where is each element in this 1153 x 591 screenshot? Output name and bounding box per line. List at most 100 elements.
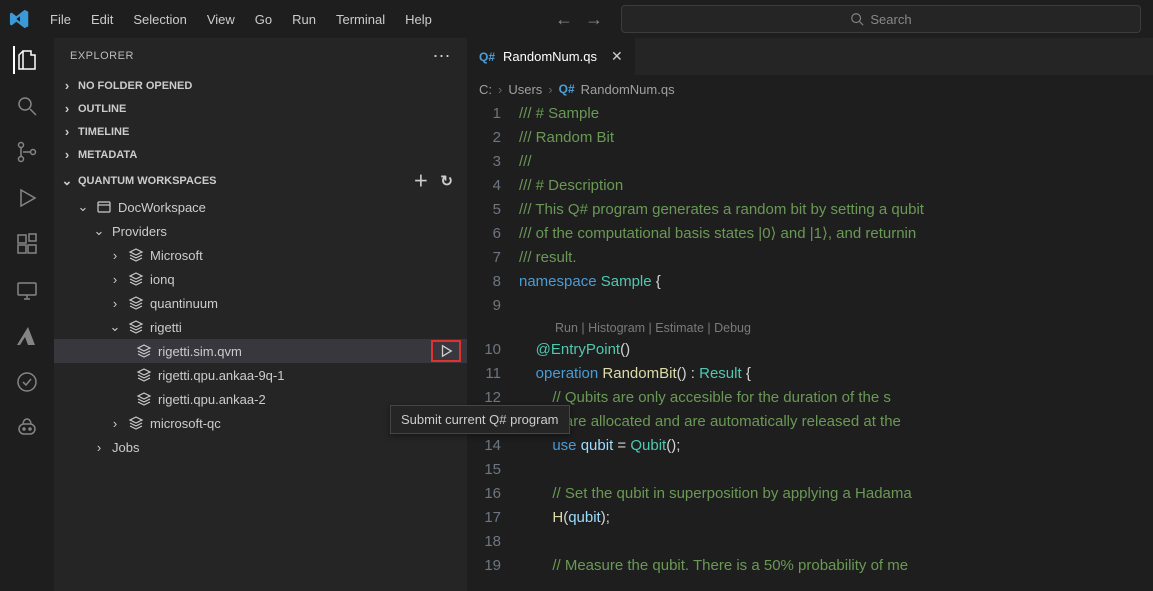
provider-rigetti[interactable]: ⌄rigetti [54, 315, 467, 339]
command-center-search[interactable]: Search [621, 5, 1141, 33]
add-workspace-icon[interactable]: ＋ [409, 170, 432, 191]
codelens[interactable]: Run | Histogram | Estimate | Debug [467, 318, 1153, 338]
target-rigetti-qpu-ankaa-9q-1[interactable]: rigetti.qpu.ankaa-9q-1 [54, 363, 467, 387]
code-line[interactable]: 14 use qubit = Qubit(); [467, 434, 1153, 458]
nav-forward-icon[interactable]: → [585, 9, 603, 30]
tab-close-icon[interactable]: ✕ [611, 48, 623, 65]
line-number: 1 [467, 102, 519, 126]
editor: Q# RandomNum.qs ✕ C:› Users› Q# RandomNu… [467, 38, 1153, 591]
sidebar-title: EXPLORER ⋯ [54, 38, 467, 74]
section-quantum-workspaces[interactable]: ⌄QUANTUM WORKSPACES ＋ ↻ [54, 166, 467, 195]
code-line[interactable]: 5/// This Q# program generates a random … [467, 198, 1153, 222]
provider-name: ionq [150, 272, 175, 287]
code-line[interactable]: 4/// # Description [467, 174, 1153, 198]
section-metadata[interactable]: ›METADATA [54, 143, 467, 166]
layers-icon [128, 319, 144, 335]
code-line[interactable]: 3/// [467, 150, 1153, 174]
menubar: File Edit Selection View Go Run Terminal… [40, 6, 442, 33]
tab-bar: Q# RandomNum.qs ✕ [467, 38, 1153, 76]
jobs-label: Jobs [112, 440, 139, 455]
target-rigetti-sim-qvm[interactable]: rigetti.sim.qvm [54, 339, 467, 363]
line-number: 16 [467, 482, 519, 506]
activity-source-control-icon[interactable] [13, 138, 41, 166]
section-no-folder[interactable]: ›NO FOLDER OPENED [54, 74, 467, 97]
tooltip-submit-program: Submit current Q# program [390, 405, 570, 434]
menu-help[interactable]: Help [395, 6, 442, 33]
code-line[interactable]: 19 // Measure the qubit. There is a 50% … [467, 554, 1153, 578]
menu-file[interactable]: File [40, 6, 81, 33]
providers-group[interactable]: ⌄ Providers [54, 219, 467, 243]
activity-testing-icon[interactable] [13, 368, 41, 396]
layers-icon [128, 415, 144, 431]
code-line[interactable]: 1/// # Sample [467, 102, 1153, 126]
provider-name: microsoft-qc [150, 416, 221, 431]
section-label: TIMELINE [78, 126, 129, 138]
nav-back-icon[interactable]: ← [555, 9, 573, 30]
code-line[interactable]: 16 // Set the qubit in superposition by … [467, 482, 1153, 506]
layers-icon [128, 271, 144, 287]
code-line[interactable]: 10 @EntryPoint() [467, 338, 1153, 362]
sidebar: EXPLORER ⋯ ›NO FOLDER OPENED ›OUTLINE ›T… [54, 38, 467, 591]
code-line[interactable]: 7/// result. [467, 246, 1153, 270]
code-line[interactable]: 17 H(qubit); [467, 506, 1153, 530]
line-number: 11 [467, 362, 519, 386]
layers-icon [136, 343, 152, 359]
activity-explorer-icon[interactable] [13, 46, 41, 74]
section-timeline[interactable]: ›TIMELINE [54, 120, 467, 143]
tab-randomnum[interactable]: Q# RandomNum.qs ✕ [467, 38, 635, 75]
line-number: 7 [467, 246, 519, 270]
layers-icon [128, 247, 144, 263]
line-number: 10 [467, 338, 519, 362]
menu-terminal[interactable]: Terminal [326, 6, 395, 33]
titlebar: File Edit Selection View Go Run Terminal… [0, 0, 1153, 38]
workspace-icon [96, 199, 112, 215]
menu-edit[interactable]: Edit [81, 6, 123, 33]
code-line[interactable]: 6/// of the computational basis states |… [467, 222, 1153, 246]
activity-copilot-icon[interactable] [13, 414, 41, 442]
jobs-group[interactable]: › Jobs [54, 435, 467, 459]
submit-program-button[interactable] [431, 340, 461, 362]
menu-run[interactable]: Run [282, 6, 326, 33]
activity-search-icon[interactable] [13, 92, 41, 120]
menu-go[interactable]: Go [245, 6, 282, 33]
workspace-docworkspace[interactable]: ⌄ DocWorkspace [54, 195, 467, 219]
activity-remote-icon[interactable] [13, 276, 41, 304]
activity-extensions-icon[interactable] [13, 230, 41, 258]
activity-run-debug-icon[interactable] [13, 184, 41, 212]
target-name: rigetti.qpu.ankaa-2 [158, 392, 266, 407]
sidebar-more-icon[interactable]: ⋯ [433, 46, 452, 67]
line-number: 2 [467, 126, 519, 150]
workspace-name: DocWorkspace [118, 200, 206, 215]
code-line[interactable]: 15 [467, 458, 1153, 482]
provider-quantinuum[interactable]: ›quantinuum [54, 291, 467, 315]
sidebar-title-text: EXPLORER [70, 50, 134, 62]
provider-name: quantinuum [150, 296, 218, 311]
line-number: 8 [467, 270, 519, 294]
code-line[interactable]: 2/// Random Bit [467, 126, 1153, 150]
line-number: 18 [467, 530, 519, 554]
provider-name: Microsoft [150, 248, 203, 263]
code-line[interactable]: 12 // Qubits are only accesible for the … [467, 386, 1153, 410]
code-line[interactable]: 13 // are allocated and are automaticall… [467, 410, 1153, 434]
provider-ionq[interactable]: ›ionq [54, 267, 467, 291]
code-area[interactable]: 1/// # Sample2/// Random Bit3///4/// # D… [467, 102, 1153, 591]
breadcrumb-segment[interactable]: C: [479, 82, 492, 97]
code-line[interactable]: 9 [467, 294, 1153, 318]
layers-icon [136, 391, 152, 407]
provider-microsoft[interactable]: ›Microsoft [54, 243, 467, 267]
refresh-workspaces-icon[interactable]: ↻ [436, 172, 457, 190]
provider-name: rigetti [150, 320, 182, 335]
menu-view[interactable]: View [197, 6, 245, 33]
breadcrumb-segment[interactable]: RandomNum.qs [581, 82, 675, 97]
breadcrumb[interactable]: C:› Users› Q# RandomNum.qs [467, 76, 1153, 102]
section-label: OUTLINE [78, 103, 126, 115]
code-line[interactable]: 8namespace Sample { [467, 270, 1153, 294]
activity-azure-icon[interactable] [13, 322, 41, 350]
code-line[interactable]: 18 [467, 530, 1153, 554]
menu-selection[interactable]: Selection [123, 6, 196, 33]
line-number: 19 [467, 554, 519, 578]
code-line[interactable]: 11 operation RandomBit() : Result { [467, 362, 1153, 386]
search-placeholder: Search [870, 12, 911, 27]
breadcrumb-segment[interactable]: Users [508, 82, 542, 97]
section-outline[interactable]: ›OUTLINE [54, 97, 467, 120]
